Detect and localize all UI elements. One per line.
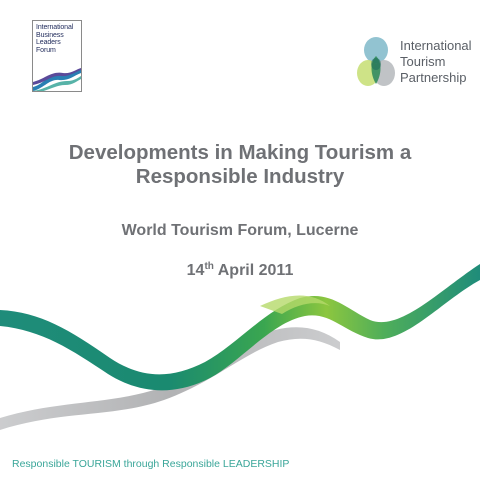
decorative-ribbon-graphic: [0, 264, 480, 430]
iblf-logo-text: International Business Leaders Forum: [36, 24, 81, 54]
itp-logo: International Tourism Partnership: [356, 34, 476, 94]
footer-tagline: Responsible TOURISM through Responsible …: [12, 458, 290, 470]
itp-logo-line: Partnership: [400, 70, 467, 85]
slide-title-line: Responsible Industry: [135, 165, 345, 188]
slide-title: Developments in Making Tourism a Respons…: [20, 141, 460, 189]
slide: International Business Leaders Forum Int…: [0, 0, 480, 480]
iblf-logo-line: Forum: [36, 46, 56, 54]
slide-subtitle: World Tourism Forum, Lucerne: [121, 222, 359, 239]
itp-logo-line: International: [400, 38, 472, 53]
iblf-logo: International Business Leaders Forum: [32, 20, 82, 92]
itp-logo-text: International Tourism Partnership: [400, 38, 472, 86]
itp-logo-mark-icon: [357, 37, 395, 86]
iblf-logo-line: International: [36, 24, 74, 31]
itp-logo-line: Tourism: [400, 54, 446, 69]
iblf-logo-line: Business: [36, 31, 64, 39]
iblf-logo-line: Leaders: [36, 39, 61, 47]
slide-title-line: Developments in Making Tourism a: [68, 141, 412, 164]
iblf-swoosh-icon: [33, 68, 81, 91]
